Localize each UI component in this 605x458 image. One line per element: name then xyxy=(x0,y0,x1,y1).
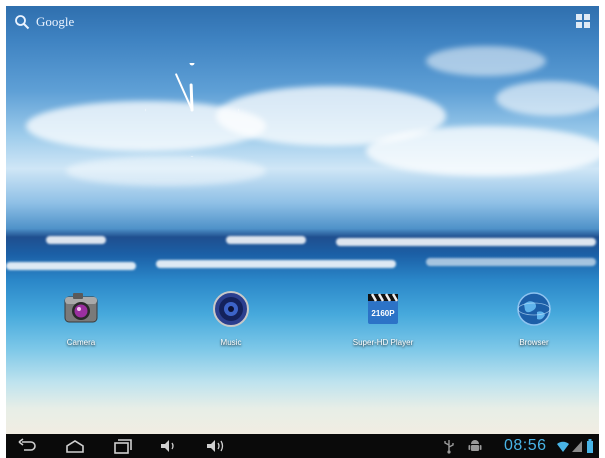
clapperboard-2160p-icon: 2160P xyxy=(368,293,399,324)
clapperboard-badge: 2160P xyxy=(371,309,395,318)
clock-dot-9 xyxy=(145,108,146,112)
search-label: Google xyxy=(36,14,75,29)
back-icon[interactable] xyxy=(16,437,38,455)
clock-dot-12 xyxy=(189,63,195,66)
battery-icon xyxy=(587,439,593,453)
volume-down-icon[interactable] xyxy=(158,437,180,455)
home-screen: Google Camera Music 2160P Super-HD Playe… xyxy=(0,0,605,458)
usb-icon xyxy=(444,440,454,454)
app-music[interactable]: Music xyxy=(186,290,276,347)
signal-icon xyxy=(572,441,582,452)
clock-dot-3 xyxy=(238,108,239,112)
beach-wallpaper xyxy=(6,6,599,434)
volume-up-icon[interactable] xyxy=(204,437,226,455)
search-icon xyxy=(15,15,30,30)
home-icon[interactable] xyxy=(64,437,86,455)
camera-icon xyxy=(64,293,98,323)
analog-clock-widget[interactable] xyxy=(145,63,239,157)
google-search-button[interactable]: Google xyxy=(14,12,74,32)
app-label: Super-HD Player xyxy=(352,338,414,347)
clock-dot-6 xyxy=(190,156,194,157)
app-label: Camera xyxy=(66,338,96,347)
wifi-icon xyxy=(557,441,569,452)
app-label: Browser xyxy=(519,338,549,347)
app-camera[interactable]: Camera xyxy=(36,290,126,347)
clock-minute-hand xyxy=(175,73,193,111)
globe-icon xyxy=(517,292,551,326)
app-label: Music xyxy=(220,338,242,347)
app-browser[interactable]: Browser xyxy=(489,290,579,347)
top-bar: Google xyxy=(6,6,599,36)
status-time: 08:56 xyxy=(504,437,547,454)
speaker-music-icon xyxy=(213,291,249,327)
recent-apps-icon[interactable] xyxy=(112,437,134,455)
android-debug-icon xyxy=(468,440,482,451)
all-apps-grid-icon[interactable] xyxy=(575,13,591,29)
navigation-bar: 08:56 xyxy=(6,434,599,458)
app-super-hd-player[interactable]: 2160P Super-HD Player xyxy=(338,290,428,347)
